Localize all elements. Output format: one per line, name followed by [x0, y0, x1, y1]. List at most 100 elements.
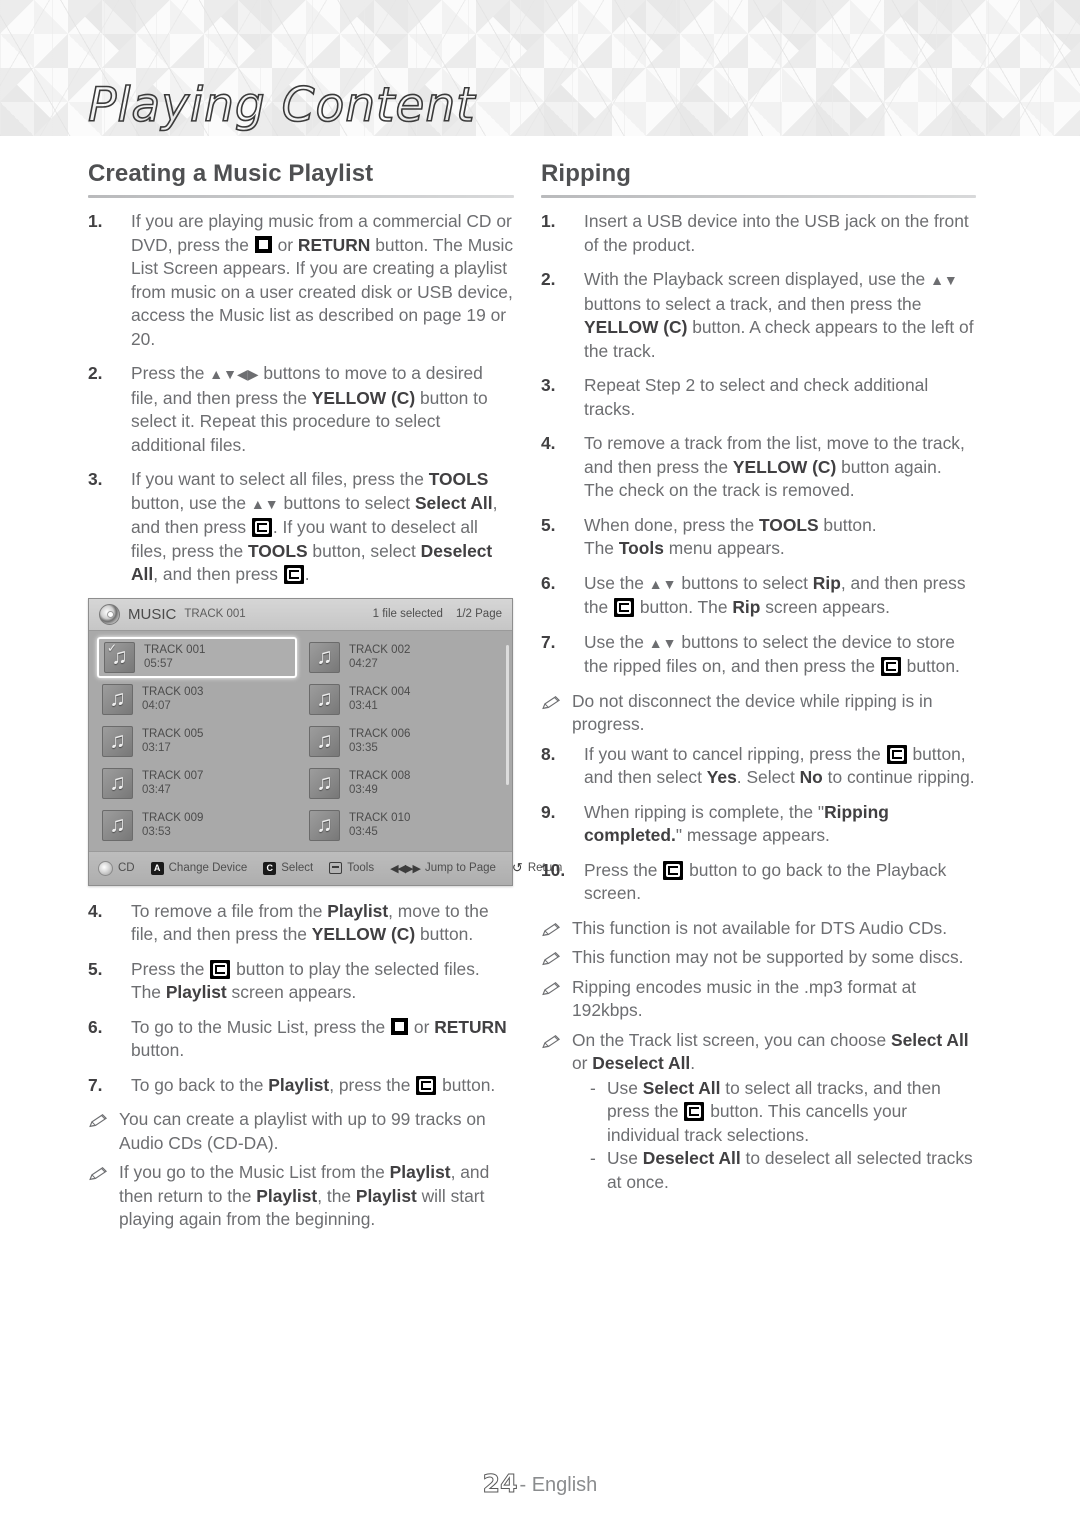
emphasis-text: Select All [642, 1077, 721, 1098]
bottom-bar-label: Change Device [168, 862, 248, 874]
music-note-thumbnail: ♫ [309, 641, 340, 673]
bottom-bar-action[interactable]: CD [98, 860, 135, 876]
note-text: Do not disconnect the device while rippi… [572, 690, 933, 735]
track-list-item[interactable]: ♫ TRACK 010 03:45 [304, 805, 504, 846]
track-list-item[interactable]: ♫ TRACK 007 03:47 [97, 763, 297, 804]
step-number: 6. [541, 572, 556, 593]
emphasis-text: Ripping completed. [584, 801, 889, 846]
pencil-note-icon [88, 1165, 110, 1181]
jump-to-page-icon: ◀◀▶▶ [390, 862, 421, 875]
emphasis-text: YELLOW (C) [584, 317, 688, 337]
step-text: Use the ▲▼ buttons to select Rip, and th… [584, 572, 966, 617]
enter-button-icon [283, 565, 304, 584]
pencil-note-icon [541, 950, 563, 966]
step-number: 10. [541, 859, 566, 880]
note-sub-list: - Use Select All to select all tracks, an… [572, 1077, 976, 1195]
right-column: Ripping 1. Insert a USB device into the U… [541, 160, 976, 1200]
emphasis-text: Playlist [389, 1162, 451, 1182]
note-sub-text: Use Select All to select all tracks, and… [607, 1077, 941, 1145]
track-duration: 03:47 [142, 784, 171, 796]
note-sub-text: Use Deselect All to deselect all selecte… [607, 1148, 973, 1192]
music-screen-topbar: MUSIC TRACK 001 1 file selected 1/2 Page [89, 598, 512, 631]
bottom-bar-action[interactable]: A Change Device [150, 861, 248, 875]
step-number: 4. [88, 900, 103, 921]
note-sub-item: - Use Select All to select all tracks, an… [590, 1077, 976, 1148]
track-name: TRACK 001 [144, 644, 206, 656]
track-duration: 03:35 [349, 742, 378, 754]
right-section-title: Ripping [541, 160, 632, 187]
note-sub-item: - Use Deselect All to deselect all select… [590, 1147, 976, 1194]
track-meta: TRACK 004 03:41 [349, 686, 410, 712]
music-screen-subtitle: TRACK 001 [184, 608, 246, 620]
emphasis-text: YELLOW (C) [311, 924, 416, 944]
bottom-bar-action[interactable]: ◀◀▶▶ Jump to Page [390, 862, 496, 875]
step-text: Press the button to play the selected fi… [131, 958, 480, 1003]
music-note-icon: ♫ [316, 769, 333, 795]
step-text: To go to the Music List, press the or RE… [131, 1016, 507, 1061]
track-name: TRACK 003 [142, 686, 204, 698]
track-duration: 04:07 [142, 700, 171, 712]
track-list-item[interactable]: ♫ TRACK 004 03:41 [304, 679, 504, 720]
step-text: When done, press the TOOLS button. The To… [584, 514, 877, 559]
track-name: TRACK 005 [142, 728, 204, 740]
key-c-icon: C [263, 861, 277, 875]
left-section-rule [88, 195, 514, 198]
note-text: If you go to the Music List from the Pla… [119, 1162, 490, 1229]
step-text: Press the button to go back to the Playb… [584, 859, 947, 904]
dash-bullet: - [590, 1077, 596, 1098]
emphasis-text: Playlist [268, 1074, 330, 1095]
step-number: 1. [88, 211, 103, 231]
step-text: When ripping is complete, the "Ripping c… [584, 801, 889, 846]
track-name: TRACK 007 [142, 770, 204, 782]
track-list-item[interactable]: ♫ TRACK 002 04:27 [304, 637, 504, 678]
music-note-thumbnail: ♫ [309, 809, 340, 841]
bottom-bar-action[interactable]: C Select [263, 861, 314, 875]
track-duration: 03:41 [349, 700, 378, 712]
left-column: Creating a Music Playlist 1. If you are p… [88, 160, 562, 1238]
music-note-icon: ♫ [316, 685, 333, 711]
instruction-step: 4. To remove a file from the Playlist, mo… [88, 900, 514, 947]
footer-page-number: 24 [482, 1469, 518, 1499]
step-number: 2. [541, 269, 556, 289]
step-text: Press the ▲▼◀▶ buttons to move to a desi… [131, 363, 488, 455]
instruction-step: 9. When ripping is complete, the "Ripping… [541, 801, 976, 848]
note-text: This function may not be supported by so… [572, 947, 964, 967]
instruction-step: 7. Use the ▲▼ buttons to select the devic… [541, 631, 976, 679]
creating-playlist-steps: 1. If you are playing music from a commer… [88, 210, 514, 587]
track-list-item[interactable]: ♫ TRACK 008 03:49 [304, 763, 504, 804]
enter-button-icon [886, 744, 907, 764]
instruction-step: 8. If you want to cancel ripping, press t… [541, 743, 976, 790]
instruction-step: 10. Press the button to go back to the Pl… [541, 859, 976, 906]
track-meta: TRACK 003 04:07 [142, 686, 203, 712]
step-number: 3. [88, 469, 103, 489]
track-duration: 04:27 [349, 658, 378, 670]
step-number: 8. [541, 743, 556, 764]
emphasis-text: Deselect All [642, 1148, 741, 1168]
emphasis-text: Playlist [165, 982, 227, 1002]
left-section-title: Creating a Music Playlist [88, 160, 374, 187]
music-list-screenshot: MUSIC TRACK 001 1 file selected 1/2 Page… [88, 597, 562, 886]
bottom-bar-action[interactable]: Tools [329, 862, 374, 874]
track-list-scrollbar[interactable] [506, 644, 509, 785]
note-item: This function may not be supported by so… [541, 946, 976, 970]
step-number: 2. [88, 363, 103, 383]
direction-arrows-icon: ▲▼ [930, 272, 958, 288]
music-track-list[interactable]: ✓ ♫ TRACK 001 05:57 ♫ TRACK 002 04:27 ♫ TRACK 00… [89, 631, 512, 850]
track-list-item[interactable]: ♫ TRACK 006 03:35 [304, 721, 504, 762]
track-duration: 03:49 [349, 784, 378, 796]
bottom-bar-label: CD [118, 862, 135, 874]
track-list-item[interactable]: ♫ TRACK 005 03:17 [97, 721, 297, 762]
track-list-item[interactable]: ✓ ♫ TRACK 001 05:57 [97, 636, 297, 678]
track-meta: TRACK 010 03:45 [349, 812, 410, 838]
track-meta: TRACK 008 03:49 [349, 770, 410, 796]
page-footer: 24- English [0, 1469, 1080, 1499]
track-list-item[interactable]: ♫ TRACK 009 03:53 [97, 805, 297, 846]
bottom-bar-label: Select [281, 862, 314, 874]
direction-arrows-icon: ▲▼ [250, 495, 279, 512]
step-text: If you are playing music from a commerci… [131, 211, 514, 349]
track-list-item[interactable]: ♫ TRACK 003 04:07 [97, 679, 297, 720]
emphasis-text: Select All [414, 492, 493, 513]
instruction-step: 2. With the Playback screen displayed, us… [541, 268, 976, 363]
enter-button-icon [880, 657, 901, 676]
track-name: TRACK 009 [142, 812, 204, 824]
